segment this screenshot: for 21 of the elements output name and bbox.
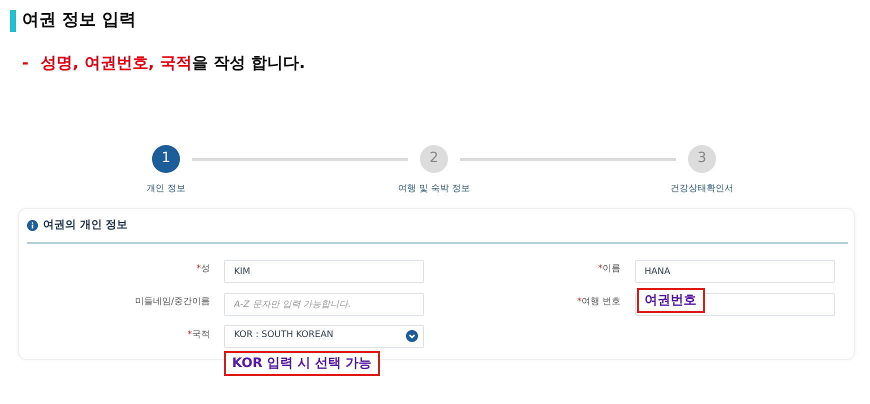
input-field[interactable]: KIM bbox=[224, 260, 424, 284]
input-field[interactable]: HANA bbox=[634, 260, 834, 284]
field-label: *성 bbox=[196, 263, 211, 276]
section-title: 여권의 개인 정보 bbox=[43, 217, 128, 233]
select-field[interactable]: KOR : SOUTH KOREAN bbox=[224, 324, 424, 348]
title-accent-bar bbox=[10, 10, 16, 32]
annotation-callout: KOR 입력 시 선택 가능 bbox=[224, 350, 380, 376]
field-label: *국적 bbox=[186, 329, 211, 342]
step-circle[interactable]: 1 bbox=[152, 144, 180, 172]
field-label: 미들네임/중간이름 bbox=[134, 296, 211, 310]
dropdown-caret-icon[interactable] bbox=[406, 330, 418, 342]
annotation-callout: 여권번호 bbox=[636, 288, 704, 314]
instruction-text: 성명, 여권번호, 국적을 작성 합니다. bbox=[40, 52, 306, 74]
step-label: 여행 및 숙박 정보 bbox=[398, 182, 470, 196]
field-label: *이름 bbox=[597, 263, 622, 276]
field-label: *여행 번호 bbox=[576, 296, 622, 310]
step-label: 건강상태확인서 bbox=[670, 182, 734, 196]
page-heading: 여권 정보 입력 bbox=[22, 9, 136, 32]
step-label: 개인 정보 bbox=[146, 182, 186, 196]
info-icon bbox=[27, 220, 38, 231]
bullet-dash: - bbox=[22, 52, 29, 74]
